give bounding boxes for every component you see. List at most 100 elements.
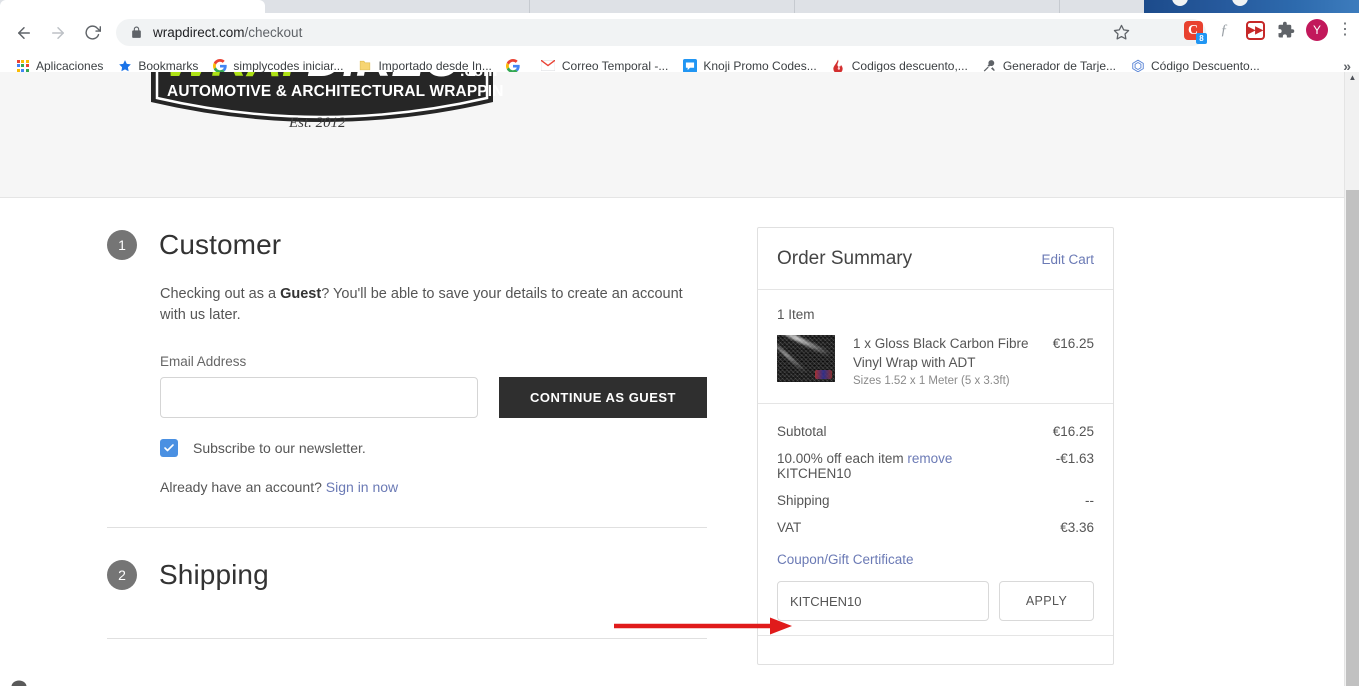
- newsletter-row[interactable]: Subscribe to our newsletter.: [160, 439, 757, 457]
- lock-icon: [130, 26, 143, 39]
- step-number-badge: 1: [107, 230, 137, 260]
- discount-label: 10.00% off each item remove KITCHEN10: [777, 451, 952, 481]
- browser-tab[interactable]: [265, 0, 530, 13]
- google-g-icon: [506, 58, 521, 73]
- apply-coupon-button[interactable]: APPLY: [999, 581, 1094, 621]
- extension-badge: 8: [1196, 33, 1207, 44]
- address-bar[interactable]: wrapdirect.com/checkout: [116, 19, 1206, 46]
- email-field-label: Email Address: [160, 354, 247, 369]
- scrollbar-thumb[interactable]: [1346, 190, 1359, 686]
- order-summary-panel: Order Summary Edit Cart 1 Item 1 x Gloss…: [757, 227, 1114, 665]
- edit-cart-link[interactable]: Edit Cart: [1041, 252, 1094, 267]
- order-summary-title: Order Summary: [777, 248, 913, 269]
- reload-icon[interactable]: [78, 19, 106, 47]
- order-summary-header: Order Summary Edit Cart: [758, 228, 1113, 290]
- guest-text-part1: Checking out as a: [160, 286, 281, 302]
- carbon-fibre-vinyl-thumbnail[interactable]: [777, 335, 835, 382]
- step-number-badge: 2: [107, 560, 137, 590]
- sign-in-now-link[interactable]: Sign in now: [326, 479, 398, 495]
- item-count-label: 1 Item: [777, 307, 815, 322]
- bookmark-label: Knoji Promo Codes...: [703, 58, 817, 73]
- order-items-section: 1 Item 1 x Gloss Black Carbon Fibre Viny…: [758, 290, 1113, 404]
- vat-row: VAT €3.36: [777, 514, 1094, 541]
- page-viewport: WRAP DIRECT .com AUTOMOTIVE & ARCHITECTU…: [0, 72, 1359, 686]
- svg-text:Est. 2012: Est. 2012: [288, 115, 346, 131]
- svg-text:AUTOMOTIVE & ARCHITECTURAL WRA: AUTOMOTIVE & ARCHITECTURAL WRAPPING SUPP…: [167, 83, 503, 100]
- checkout-steps: 1 Customer Checking out as a Guest? You'…: [0, 198, 792, 665]
- shipping-step-header: 2 Shipping: [107, 528, 757, 591]
- signin-prompt: Already have an account? Sign in now: [160, 479, 757, 495]
- shipping-title: Shipping: [159, 559, 269, 590]
- shipping-label: Shipping: [777, 493, 830, 508]
- coupon-code-input[interactable]: [777, 581, 989, 621]
- browser-window: wrapdirect.com/checkout C8 ƒ ▶▶ Y ⋮ Apli…: [0, 0, 1359, 686]
- folder-icon: [357, 58, 372, 73]
- shipping-row: Shipping --: [777, 487, 1094, 514]
- newsletter-checkbox[interactable]: [160, 439, 178, 457]
- coupon-link-row: Coupon/Gift Certificate: [777, 541, 1094, 569]
- subtotal-value: €16.25: [1052, 424, 1094, 439]
- customer-step-header: 1 Customer: [107, 198, 757, 261]
- guest-checkout-description: Checking out as a Guest? You'll be able …: [160, 284, 685, 326]
- newsletter-label: Subscribe to our newsletter.: [193, 440, 366, 456]
- order-item-price: €16.25: [1052, 336, 1094, 351]
- coupon-extension-icon[interactable]: C8: [1182, 19, 1207, 44]
- profile-avatar[interactable]: Y: [1306, 19, 1328, 41]
- tag-icon: [1130, 58, 1145, 73]
- browser-tab[interactable]: [530, 0, 795, 13]
- chat-widget-icon[interactable]: [10, 676, 28, 686]
- bookmark-star-icon[interactable]: [1109, 20, 1133, 44]
- remove-coupon-link[interactable]: remove: [907, 451, 952, 466]
- order-item-row: 1 x Gloss Black Carbon Fibre Vinyl Wrap …: [777, 335, 1094, 387]
- page-title: Customer: [159, 229, 282, 260]
- wrapdirect-logo[interactable]: WRAP DIRECT .com AUTOMOTIVE & ARCHITECTU…: [141, 72, 598, 194]
- back-arrow-icon[interactable]: [10, 19, 38, 47]
- order-totals-section: Subtotal €16.25 10.00% off each item rem…: [758, 404, 1113, 636]
- order-item-variant: Sizes 1.52 x 1 Meter (5 x 3.3ft): [853, 375, 1010, 387]
- forward-arrow-icon[interactable]: [44, 19, 72, 47]
- browser-toolbar: wrapdirect.com/checkout C8 ƒ ▶▶ Y ⋮: [0, 13, 1359, 52]
- svg-text:.com: .com: [460, 72, 497, 80]
- browser-tab-active[interactable]: [0, 0, 265, 13]
- order-item-info: 1 x Gloss Black Carbon Fibre Vinyl Wrap …: [835, 335, 1053, 387]
- order-item-name: 1 x Gloss Black Carbon Fibre Vinyl Wrap …: [853, 336, 1029, 370]
- vat-label: VAT: [777, 520, 802, 535]
- url-text: wrapdirect.com/checkout: [153, 25, 303, 40]
- order-summary-column: Order Summary Edit Cart 1 Item 1 x Gloss…: [757, 198, 1157, 665]
- bookmark-label: Aplicaciones: [36, 58, 104, 73]
- guest-text-bold: Guest: [280, 286, 322, 302]
- section-divider: [107, 638, 707, 639]
- flame-icon: [831, 58, 846, 73]
- checkout-page: WRAP DIRECT .com AUTOMOTIVE & ARCHITECTU…: [0, 72, 1344, 665]
- kebab-menu-icon[interactable]: ⋮: [1337, 22, 1353, 38]
- bookmark-label: Generador de Tarje...: [1002, 58, 1116, 73]
- extensions-puzzle-icon[interactable]: [1275, 19, 1297, 41]
- tab-strip: [0, 0, 1359, 13]
- bookmark-label: simplycodes iniciar...: [233, 58, 344, 73]
- order-summary-footer: [758, 636, 1113, 664]
- window-controls[interactable]: [1144, 0, 1359, 13]
- google-g-icon: [212, 58, 227, 73]
- discount-value: -€1.63: [1055, 451, 1094, 466]
- discount-description: 10.00% off each item: [777, 451, 908, 466]
- subtotal-row: Subtotal €16.25: [777, 418, 1094, 445]
- email-field-row: CONTINUE AS GUEST: [160, 377, 757, 418]
- minimize-button[interactable]: [1172, 0, 1188, 6]
- subtotal-label: Subtotal: [777, 424, 827, 439]
- browser-tab[interactable]: [795, 0, 1060, 13]
- continue-as-guest-button[interactable]: CONTINUE AS GUEST: [499, 377, 707, 418]
- maximize-button[interactable]: [1232, 0, 1248, 6]
- vat-value: €3.36: [1060, 520, 1094, 535]
- bookmark-label: Importado desde In...: [378, 58, 492, 73]
- signin-prompt-text: Already have an account?: [160, 479, 326, 495]
- scroll-up-arrow-icon[interactable]: ▲: [1345, 74, 1359, 82]
- rakuten-extension-icon[interactable]: ▶▶: [1244, 19, 1266, 41]
- page-scrollbar[interactable]: ▲: [1344, 72, 1359, 686]
- coupon-gift-certificate-link[interactable]: Coupon/Gift Certificate: [777, 552, 914, 567]
- shipping-value: --: [1085, 493, 1094, 508]
- discount-code: KITCHEN10: [777, 466, 852, 481]
- honey-extension-icon[interactable]: ƒ: [1213, 19, 1235, 41]
- email-field[interactable]: [160, 377, 478, 418]
- knoji-chat-icon: [682, 58, 697, 73]
- gmail-icon: [541, 58, 556, 73]
